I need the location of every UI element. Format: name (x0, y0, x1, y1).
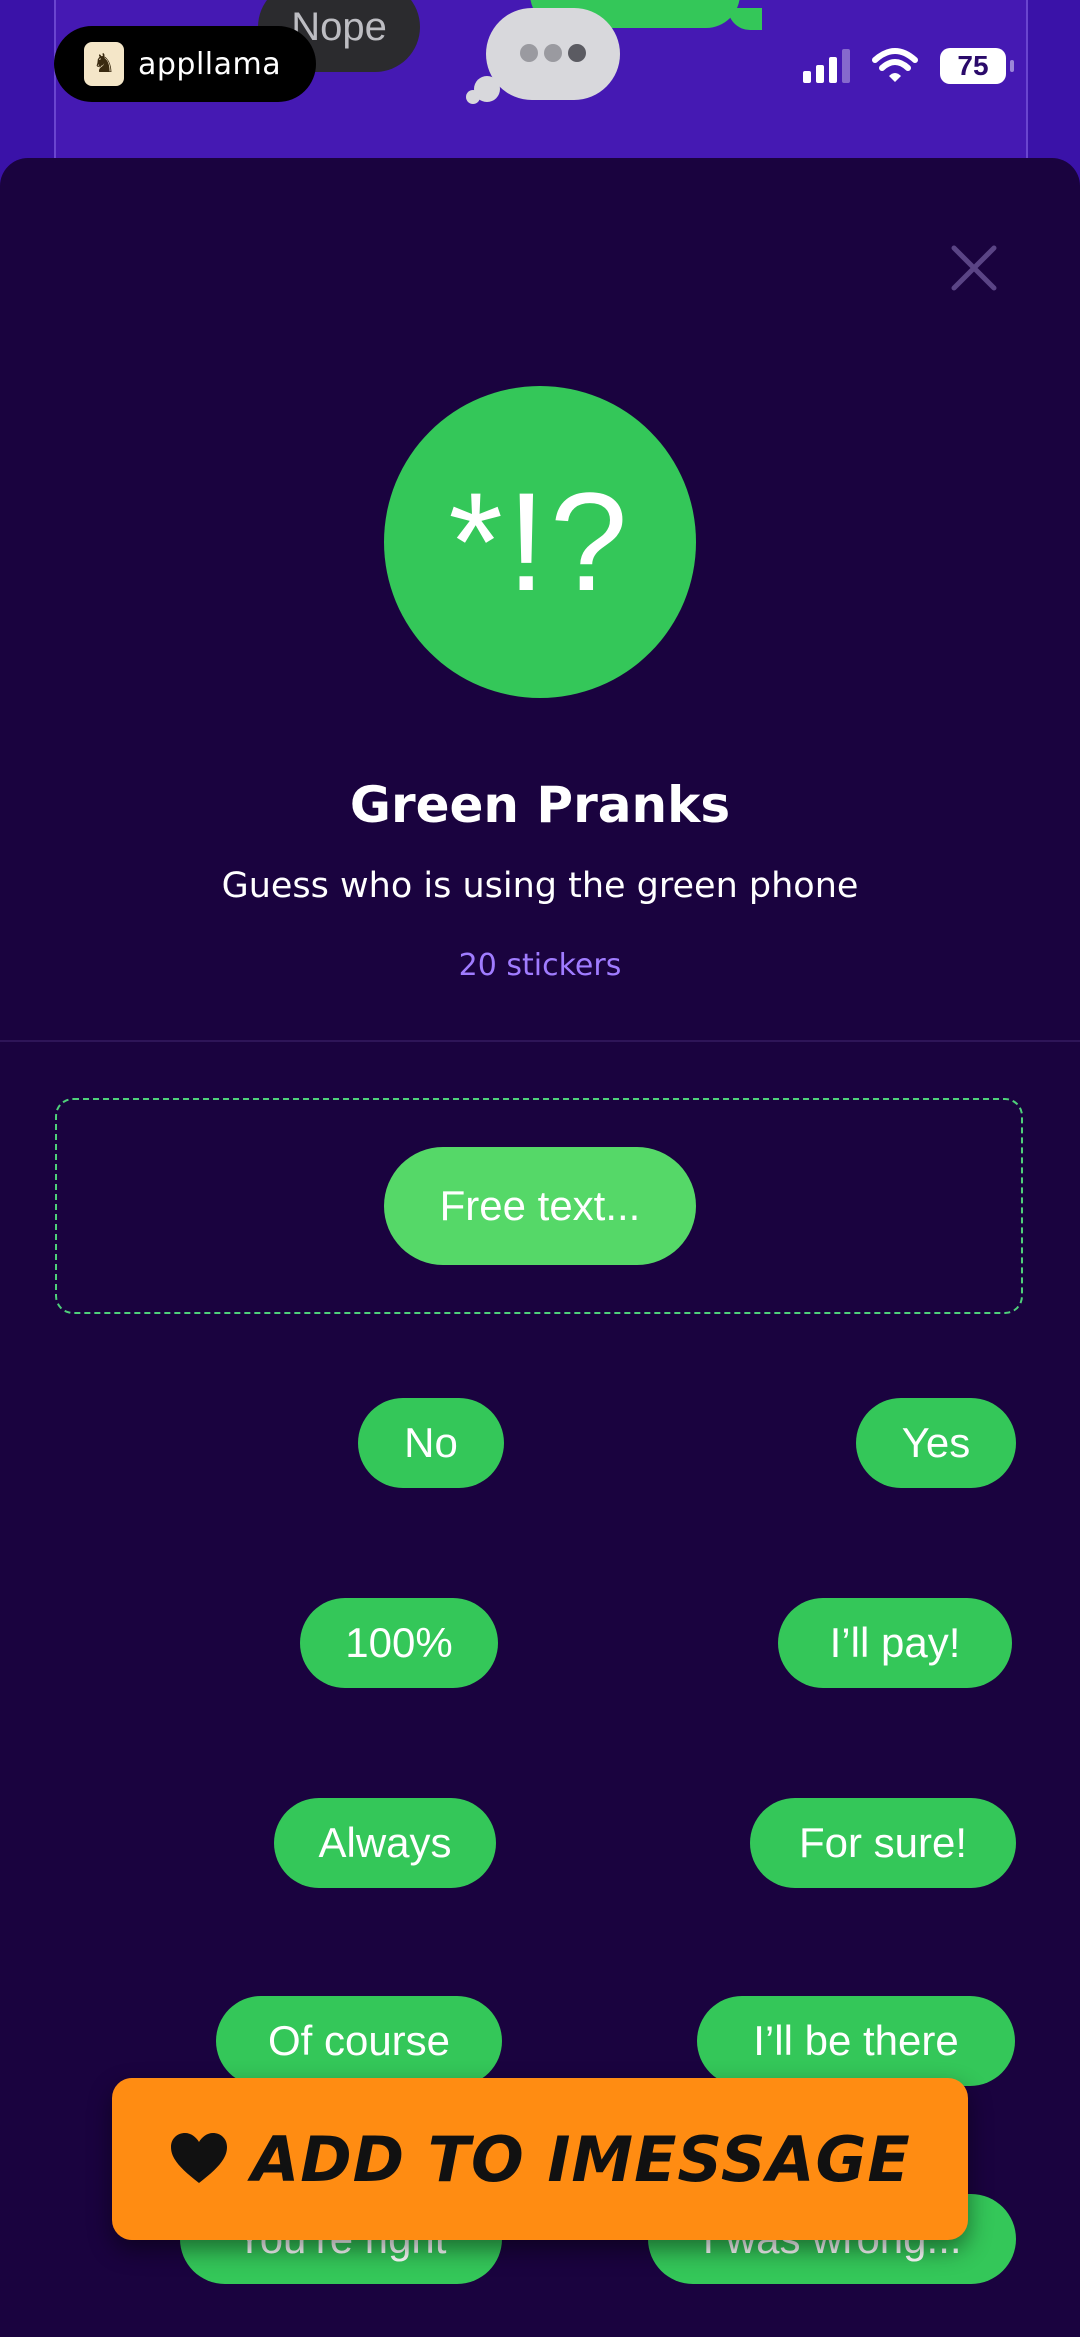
sticker-ill-be-there[interactable]: I’ll be there (697, 1996, 1015, 2086)
free-text-sticker[interactable]: Free text... (384, 1147, 696, 1265)
typing-thought-bubble (486, 8, 620, 100)
divider (0, 1040, 1080, 1042)
wifi-icon (872, 48, 918, 82)
add-to-imessage-button[interactable]: ADD TO IMESSAGE (112, 2078, 968, 2240)
heart-icon (171, 2133, 228, 2183)
pack-icon: *!? (384, 386, 696, 698)
sticker-yes[interactable]: Yes (856, 1398, 1016, 1488)
close-button[interactable] (948, 242, 1000, 294)
sticker-for-sure[interactable]: For sure! (750, 1798, 1016, 1888)
battery-indicator: 75 (940, 48, 1014, 84)
typing-dot (568, 44, 586, 62)
pack-title: Green Pranks (349, 776, 731, 834)
appllama-badge: ♞ appllama (54, 26, 316, 102)
sticker-of-course[interactable]: Of course (216, 1996, 502, 2086)
sticker-pack-sheet: *!? Green Pranks Guess who is using the … (0, 158, 1080, 2337)
typing-dot (520, 44, 538, 62)
pack-subtitle: Guess who is using the green phone (221, 866, 859, 906)
typing-dot (544, 44, 562, 62)
sticker-no[interactable]: No (358, 1398, 504, 1488)
close-icon (951, 245, 997, 291)
status-bar: 75 (803, 48, 1014, 84)
sticker-ill-pay[interactable]: I’ll pay! (778, 1598, 1012, 1688)
sticker-count: 20 stickers (458, 948, 622, 983)
sticker-100-percent[interactable]: 100% (300, 1598, 498, 1688)
add-to-imessage-label: ADD TO IMESSAGE (251, 2122, 911, 2196)
llama-icon: ♞ (84, 42, 124, 86)
cellular-signal-icon (803, 49, 850, 83)
sticker-always[interactable]: Always (274, 1798, 496, 1888)
appllama-brand-name: appllama (138, 46, 282, 82)
